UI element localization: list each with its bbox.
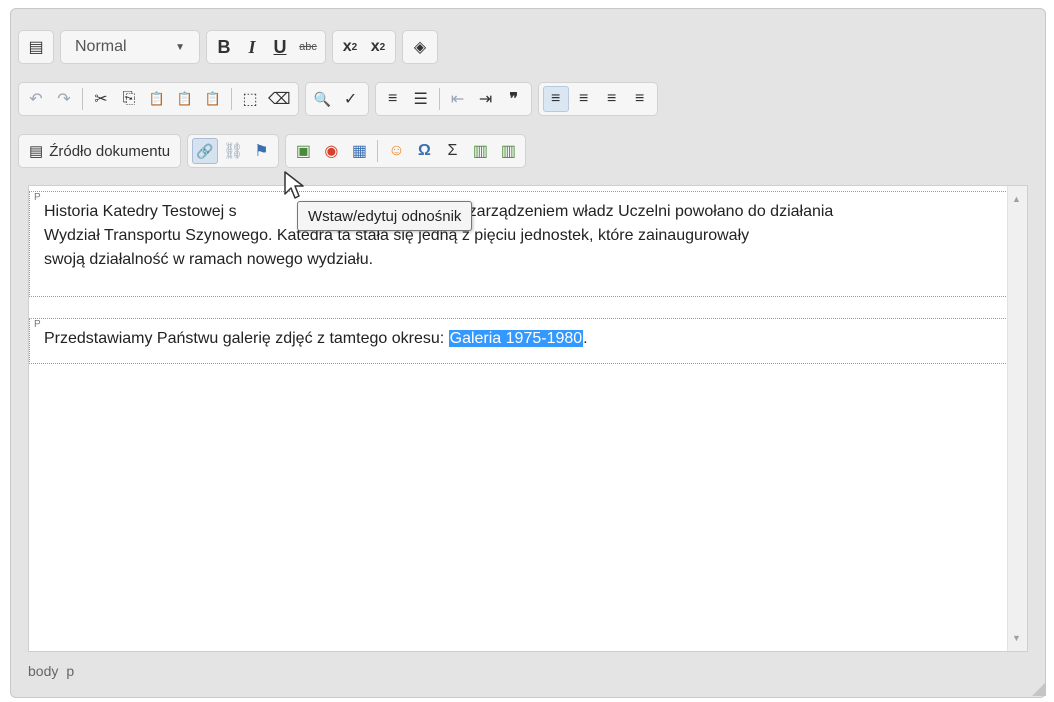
toolbar-separator [438, 88, 440, 110]
find-icon[interactable]: 🔍 [310, 86, 336, 112]
paragraph-tag-label: P [34, 319, 41, 330]
italic-button[interactable]: I [239, 34, 265, 60]
selected-link-text[interactable]: Galeria 1975-1980 [448, 330, 584, 347]
paragraph-text: zarządzeniem władz Uczelni powołano do d… [468, 203, 834, 220]
group-clipboard: ↶ ↷ ✂ ⎘ 📋 📋 📋 ⬚ ⌫ [18, 82, 299, 116]
justify-icon[interactable]: ≡ [627, 86, 653, 112]
image-icon[interactable]: ▣ [290, 138, 316, 164]
superscript-base: x [370, 38, 380, 55]
superscript-mark: 2 [379, 41, 386, 53]
bulleted-list-icon[interactable]: ☰ [408, 86, 434, 112]
paste-word-icon[interactable]: 📋 [200, 86, 226, 112]
paragraph-tag-label: P [34, 192, 41, 203]
toolbar-separator [82, 88, 83, 110]
align-left-icon[interactable]: ≡ [542, 86, 569, 112]
group-format: Normal ▼ [60, 30, 200, 64]
group-align: ≡ ≡ ≡ ≡ [537, 82, 658, 116]
media-embed-icon[interactable]: ▥ [495, 138, 521, 164]
redo-icon[interactable]: ↷ [51, 86, 77, 112]
source-icon: ▤ [29, 143, 44, 160]
special-char-icon[interactable]: Ω [411, 138, 437, 164]
undo-icon[interactable]: ↶ [23, 86, 49, 112]
paragraph-1[interactable]: P Historia Katedry Testowej s zarządzenie… [29, 191, 1010, 297]
group-maximize: ◈ [402, 30, 438, 64]
bold-button[interactable]: B [211, 34, 237, 60]
source-button[interactable]: ▤ Źródło dokumentu [23, 138, 176, 164]
paragraph-line: Przedstawiamy Państwu galerię zdjęć z ta… [44, 327, 995, 351]
flash-icon[interactable]: ◉ [318, 138, 344, 164]
anchor-flag-icon[interactable]: ⚑ [248, 138, 274, 164]
cut-icon[interactable]: ✂ [88, 86, 114, 112]
paragraph-line: Historia Katedry Testowej s zarządzeniem … [44, 200, 995, 224]
subscript-base: x [342, 38, 352, 55]
underline-button[interactable]: U [267, 34, 293, 60]
group-links: 🔗 ⛓ ⚑ [187, 134, 280, 168]
paragraph-line: Wydział Transportu Szynowego. Katedra ta… [44, 227, 750, 244]
toolbar-row-1: ▤ Normal ▼ B I U abc x2 x2 ◈ [18, 30, 438, 64]
toolbar-row-2: ↶ ↷ ✂ ⎘ 📋 📋 📋 ⬚ ⌫ 🔍 ✓ ≡ ☰ ⇤ ⇥ ❞ ≡ ≡ ≡ ≡ [18, 82, 658, 116]
link-tooltip: Wstaw/edytuj odnośnik [297, 201, 473, 231]
unlink-icon[interactable]: ⛓ [220, 138, 246, 164]
paste-text-icon[interactable]: 📋 [172, 86, 198, 112]
group-script: x2 x2 [332, 30, 396, 64]
group-templates: ▤ [18, 30, 54, 64]
subscript-button[interactable]: x2 [337, 34, 363, 60]
superscript-button[interactable]: x2 [365, 34, 391, 60]
paragraph-text: . [583, 330, 588, 347]
spellcheck-icon[interactable]: ✓ [338, 86, 364, 112]
indent-icon[interactable]: ⇥ [473, 86, 499, 112]
toolbar-separator [377, 140, 379, 162]
format-select-value: Normal [75, 38, 127, 55]
eraser-icon[interactable]: ⌫ [265, 86, 294, 112]
paragraph-line: swoją działalność w ramach nowego wydzia… [44, 251, 374, 268]
media-icon[interactable]: ▥ [467, 138, 493, 164]
path-item-body[interactable]: body [28, 663, 58, 679]
mouse-cursor-icon [284, 171, 304, 199]
table-icon[interactable]: ▦ [346, 138, 372, 164]
align-right-icon[interactable]: ≡ [599, 86, 625, 112]
path-item-p[interactable]: p [66, 663, 74, 679]
paste-icon[interactable]: 📋 [144, 86, 170, 112]
group-editing: 🔍 ✓ [304, 82, 369, 116]
strikethrough-button[interactable]: abc [295, 34, 321, 60]
scroll-down-icon[interactable]: ▼ [1012, 633, 1021, 643]
resize-handle[interactable] [1032, 682, 1046, 696]
scroll-up-icon[interactable]: ▲ [1012, 194, 1021, 204]
align-center-icon[interactable]: ≡ [571, 86, 597, 112]
toolbar-row-3: ▤ Źródło dokumentu 🔗 ⛓ ⚑ ▣ ◉ ▦ ☺ Ω Σ ▥ ▥ [18, 134, 527, 168]
link-icon[interactable]: 🔗 [192, 138, 219, 164]
toolbar-separator [231, 88, 232, 110]
source-label: Źródło dokumentu [49, 142, 171, 160]
group-insert: ▣ ◉ ▦ ☺ Ω Σ ▥ ▥ [285, 134, 527, 168]
math-icon[interactable]: Σ [439, 138, 465, 164]
vertical-scrollbar[interactable]: ▲ ▼ [1007, 186, 1027, 651]
editor-content-area[interactable]: P Historia Katedry Testowej s zarządzenie… [28, 185, 1028, 652]
group-basic-styles: B I U abc [206, 30, 326, 64]
copy-icon[interactable]: ⎘ [116, 86, 142, 112]
numbered-list-icon[interactable]: ≡ [380, 86, 406, 112]
blockquote-icon[interactable]: ❞ [501, 86, 527, 112]
subscript-mark: 2 [351, 41, 358, 53]
paragraph-text: Przedstawiamy Państwu galerię zdjęć z ta… [44, 330, 449, 347]
format-select[interactable]: Normal ▼ [65, 33, 195, 61]
select-all-icon[interactable]: ⬚ [237, 86, 263, 112]
paragraph-text: Historia Katedry Testowej s [44, 203, 237, 220]
smiley-icon[interactable]: ☺ [383, 138, 409, 164]
group-source: ▤ Źródło dokumentu [18, 134, 182, 168]
templates-icon[interactable]: ▤ [23, 34, 49, 60]
outdent-icon[interactable]: ⇤ [445, 86, 471, 112]
group-paragraph: ≡ ☰ ⇤ ⇥ ❞ [374, 82, 532, 116]
chevron-down-icon: ▼ [175, 41, 185, 53]
element-path-bar: body p [18, 652, 1046, 690]
maximize-icon[interactable]: ◈ [407, 34, 433, 60]
paragraph-2[interactable]: P Przedstawiamy Państwu galerię zdjęć z … [29, 318, 1010, 364]
